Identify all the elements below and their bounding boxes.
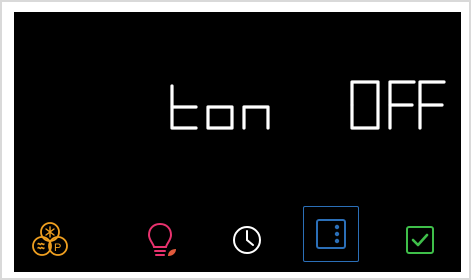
segment-char-F2 [418, 80, 446, 130]
eco-bulb-button[interactable] [132, 212, 188, 268]
menu-icon [316, 219, 346, 249]
svg-text:P: P [54, 242, 61, 254]
segment-char-F1 [388, 80, 416, 130]
confirm-button[interactable] [392, 212, 448, 268]
clock-icon [233, 226, 261, 254]
segment-char-o [206, 105, 234, 130]
segment-char-O [350, 80, 380, 130]
defrost-p-button[interactable]: P [22, 212, 78, 268]
defrost-p-icon: P [32, 222, 68, 256]
menu-button[interactable] [303, 206, 359, 262]
segment-char-t [170, 84, 198, 130]
controller-screen: ton OFF [14, 12, 461, 272]
device-frame: ton OFF [0, 0, 471, 280]
confirm-check-icon [406, 226, 434, 254]
clock-button[interactable] [219, 212, 275, 268]
segment-char-n [242, 105, 270, 130]
segment-display: ton OFF [164, 72, 454, 142]
segment-readout-graphic [170, 80, 446, 130]
eco-bulb-icon [147, 222, 176, 256]
